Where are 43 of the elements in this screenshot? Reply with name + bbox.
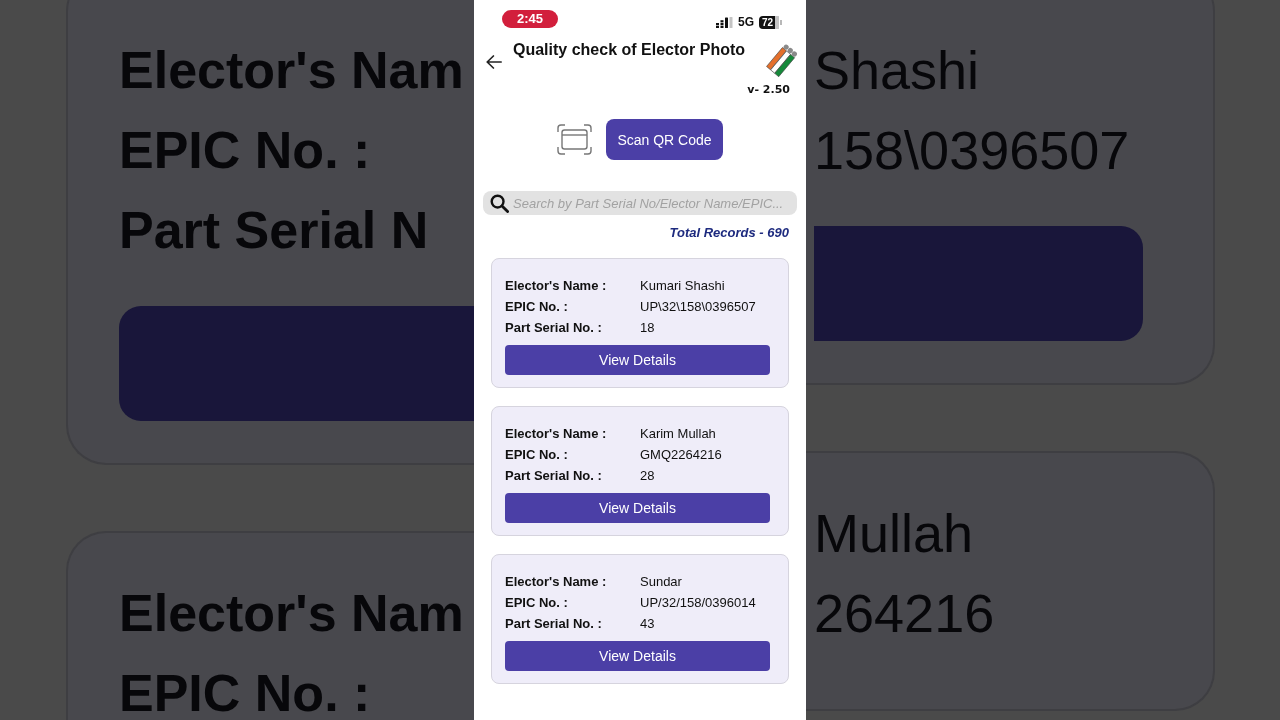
field-label: Elector's Name : bbox=[505, 277, 607, 295]
backdrop-label: Elector's Nam bbox=[119, 44, 464, 96]
screen-title: Quality check of Elector Photo bbox=[513, 40, 747, 60]
field-label: EPIC No. : bbox=[505, 298, 568, 316]
search-icon bbox=[490, 193, 509, 213]
field-label: Part Serial No. : bbox=[505, 615, 602, 633]
field-value: Karim Mullah bbox=[640, 425, 716, 443]
backdrop-label: EPIC No. : bbox=[119, 124, 371, 176]
total-records-label: Total Records - 690 bbox=[669, 225, 789, 241]
scan-qr-button[interactable]: Scan QR Code bbox=[606, 119, 723, 160]
field-label: Part Serial No. : bbox=[505, 319, 602, 337]
back-arrow-icon[interactable] bbox=[486, 55, 502, 69]
view-details-button[interactable]: View Details bbox=[505, 493, 770, 523]
search-field[interactable]: Search by Part Serial No/Elector Name/EPIC... bbox=[483, 191, 797, 215]
battery-indicator: 72 bbox=[759, 16, 782, 29]
field-value: 18 bbox=[640, 319, 655, 337]
view-details-button[interactable]: View Details bbox=[505, 345, 770, 375]
field-value: Sundar bbox=[640, 573, 682, 591]
view-details-button[interactable]: View Details bbox=[505, 641, 770, 671]
signal-icon bbox=[716, 17, 733, 28]
network-label: 5G bbox=[738, 16, 754, 29]
field-label: Elector's Name : bbox=[505, 573, 607, 591]
backdrop-value: 264216 bbox=[814, 587, 995, 639]
scan-frame-icon[interactable] bbox=[557, 124, 592, 155]
field-value: Kumari Shashi bbox=[640, 277, 725, 295]
field-label: EPIC No. : bbox=[505, 594, 568, 612]
clock-time: 2:45 bbox=[502, 10, 558, 28]
field-value: GMQ2264216 bbox=[640, 446, 722, 464]
backdrop-value: Shashi bbox=[814, 44, 980, 96]
backdrop-value: 158\0396507 bbox=[814, 124, 1130, 176]
tricolor-stripes-icon bbox=[766, 44, 798, 78]
field-value: UP\32\158\0396507 bbox=[640, 298, 756, 316]
backdrop-label: Part Serial N bbox=[119, 204, 429, 256]
field-value: UP/32/158/0396014 bbox=[640, 594, 756, 612]
backdrop-label: EPIC No. : bbox=[119, 667, 371, 719]
backdrop-value: Mullah bbox=[814, 507, 974, 559]
field-label: Elector's Name : bbox=[505, 425, 607, 443]
field-value: 28 bbox=[640, 467, 655, 485]
backdrop-label: Elector's Nam bbox=[119, 587, 464, 639]
field-value: 43 bbox=[640, 615, 655, 633]
field-label: Part Serial No. : bbox=[505, 467, 602, 485]
version-label: v- 2.50 bbox=[747, 83, 790, 96]
field-label: EPIC No. : bbox=[505, 446, 568, 464]
